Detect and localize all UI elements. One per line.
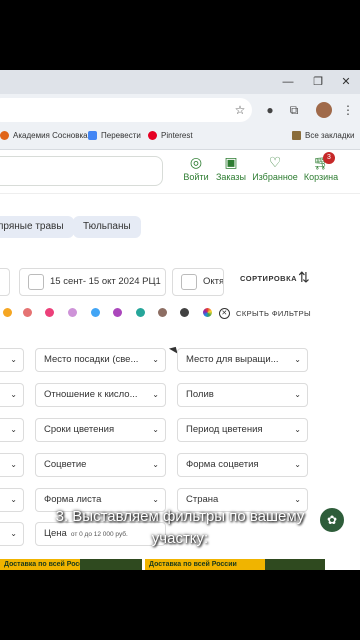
color-dot-light-red[interactable]: [23, 308, 32, 317]
date-checkbox[interactable]: [28, 274, 44, 290]
chevron-down-icon: ⌄: [10, 390, 17, 399]
date-filter-previous[interactable]: [0, 268, 10, 296]
color-dot-pink[interactable]: [45, 308, 54, 317]
login-button[interactable]: ◎ Войти: [182, 154, 210, 182]
chevron-down-icon: ⌄: [294, 425, 301, 434]
banner-image-1: [80, 559, 142, 570]
favorites-button[interactable]: ♡ Избранное: [252, 154, 298, 182]
chevron-down-icon: ⌄: [152, 355, 159, 364]
translate-icon: [88, 131, 97, 140]
date-checkbox-next[interactable]: [181, 274, 197, 290]
heart-icon: ♡: [268, 154, 282, 170]
search-input[interactable]: [0, 156, 163, 186]
chevron-down-icon: ⌄: [10, 460, 17, 469]
filter-growing-place[interactable]: Место для выращи... ⌄: [177, 348, 308, 372]
chevron-down-icon: ⌄: [152, 425, 159, 434]
filter-planting-place[interactable]: Место посадки (све... ⌄: [35, 348, 166, 372]
chevron-down-icon: ⌄: [10, 495, 17, 504]
cart-count-badge: 3: [323, 152, 335, 164]
chevron-down-icon: ⌄: [10, 355, 17, 364]
chevron-down-icon: ⌄: [10, 529, 17, 538]
browser-tab-bar: — ❐ ✕: [0, 70, 360, 94]
filter-left-1[interactable]: ⌄: [0, 348, 24, 372]
maximize-icon[interactable]: ❐: [310, 74, 326, 90]
filter-left-2[interactable]: ⌄: [0, 383, 24, 407]
minimize-icon[interactable]: —: [280, 74, 296, 90]
color-dot-dark[interactable]: [180, 308, 189, 317]
date-filter-next[interactable]: Октя: [172, 268, 224, 296]
chevron-down-icon: ⌄: [10, 425, 17, 434]
chevron-down-icon: ⌄: [152, 390, 159, 399]
delivery-banner-2[interactable]: Доставка по всей России: [145, 559, 265, 570]
all-bookmarks[interactable]: Все закладки: [292, 131, 354, 140]
close-icon[interactable]: ✕: [338, 74, 354, 90]
filter-watering[interactable]: Полив ⌄: [177, 383, 308, 407]
screen-recording-frame: — ❐ ✕ ☆ ● ⧉ ⋮ Академия Сосновка Перевест…: [0, 70, 360, 570]
close-circle-icon: ✕: [219, 308, 230, 319]
chevron-down-icon: ⌄: [294, 390, 301, 399]
filter-acidity[interactable]: Отношение к кисло... ⌄: [35, 383, 166, 407]
bookmark-akademiya-icon: [0, 131, 9, 140]
address-bar[interactable]: [0, 98, 252, 122]
date-filter-range[interactable]: 15 сент- 15 окт 2024 РЦ1: [19, 268, 166, 296]
color-dot-multicolor[interactable]: [203, 308, 212, 317]
color-dot-lilac[interactable]: [68, 308, 77, 317]
filter-left-4[interactable]: ⌄: [0, 453, 24, 477]
sort-button[interactable]: СОРТИРОВКА: [240, 274, 297, 283]
star-icon[interactable]: ☆: [232, 102, 248, 118]
bookmark-pinterest[interactable]: Pinterest: [148, 131, 193, 140]
filter-bloom-time[interactable]: Сроки цветения ⌄: [35, 418, 166, 442]
filter-left-3[interactable]: ⌄: [0, 418, 24, 442]
filter-left-6[interactable]: ⌄: [0, 522, 24, 546]
puzzle-icon[interactable]: ⧉: [286, 102, 302, 118]
color-dot-orange[interactable]: [3, 308, 12, 317]
cart-icon: 🛒︎ 3: [313, 152, 335, 170]
chip-spicy-herbs[interactable]: пряные травы: [0, 216, 74, 238]
video-subtitle: 3. Выставляем фильтры по вашему участку:: [55, 508, 305, 547]
folder-icon: [292, 131, 301, 140]
pinterest-icon: [148, 131, 157, 140]
bookmarks-bar: Академия Сосновка Перевести Pinterest Вс…: [0, 126, 360, 150]
user-icon: ◎: [189, 154, 203, 170]
extension-dot-icon[interactable]: ●: [262, 102, 278, 118]
chevron-down-icon: ⌄: [294, 355, 301, 364]
site-header: ◎ Войти ▣ Заказы ♡ Избранное 🛒︎ 3 Корзина: [0, 150, 360, 194]
filter-bloom-period[interactable]: Период цветения ⌄: [177, 418, 308, 442]
chevron-down-icon: ⌄: [294, 460, 301, 469]
sort-arrows-icon[interactable]: ⇅: [298, 269, 310, 286]
box-icon: ▣: [224, 154, 238, 170]
browser-toolbar: ☆ ● ⧉ ⋮: [0, 94, 360, 126]
delivery-banner-1[interactable]: Доставка по всей России: [0, 559, 80, 570]
banner-image-2: [265, 559, 325, 570]
chevron-down-icon: ⌄: [152, 460, 159, 469]
channel-logo-icon: ✿: [318, 506, 346, 534]
chip-tulips[interactable]: Тюльпаны: [73, 216, 141, 238]
filter-inflorescence[interactable]: Соцветие ⌄: [35, 453, 166, 477]
menu-dots-icon[interactable]: ⋮: [340, 102, 356, 118]
color-dot-purple[interactable]: [113, 308, 122, 317]
orders-button[interactable]: ▣ Заказы: [214, 154, 248, 182]
filter-left-5[interactable]: ⌄: [0, 488, 24, 512]
cart-button[interactable]: 🛒︎ 3 Корзина: [303, 152, 339, 182]
color-dot-blue[interactable]: [91, 308, 100, 317]
hide-filters-button[interactable]: ✕ СКРЫТЬ ФИЛЬТРЫ: [219, 308, 311, 319]
bookmark-akademiya[interactable]: Академия Сосновка: [0, 131, 88, 140]
color-dot-teal[interactable]: [136, 308, 145, 317]
avatar[interactable]: [316, 102, 332, 118]
bookmark-translate[interactable]: Перевести: [88, 131, 141, 140]
color-dot-brown[interactable]: [158, 308, 167, 317]
filter-inflorescence-shape[interactable]: Форма соцветия ⌄: [177, 453, 308, 477]
